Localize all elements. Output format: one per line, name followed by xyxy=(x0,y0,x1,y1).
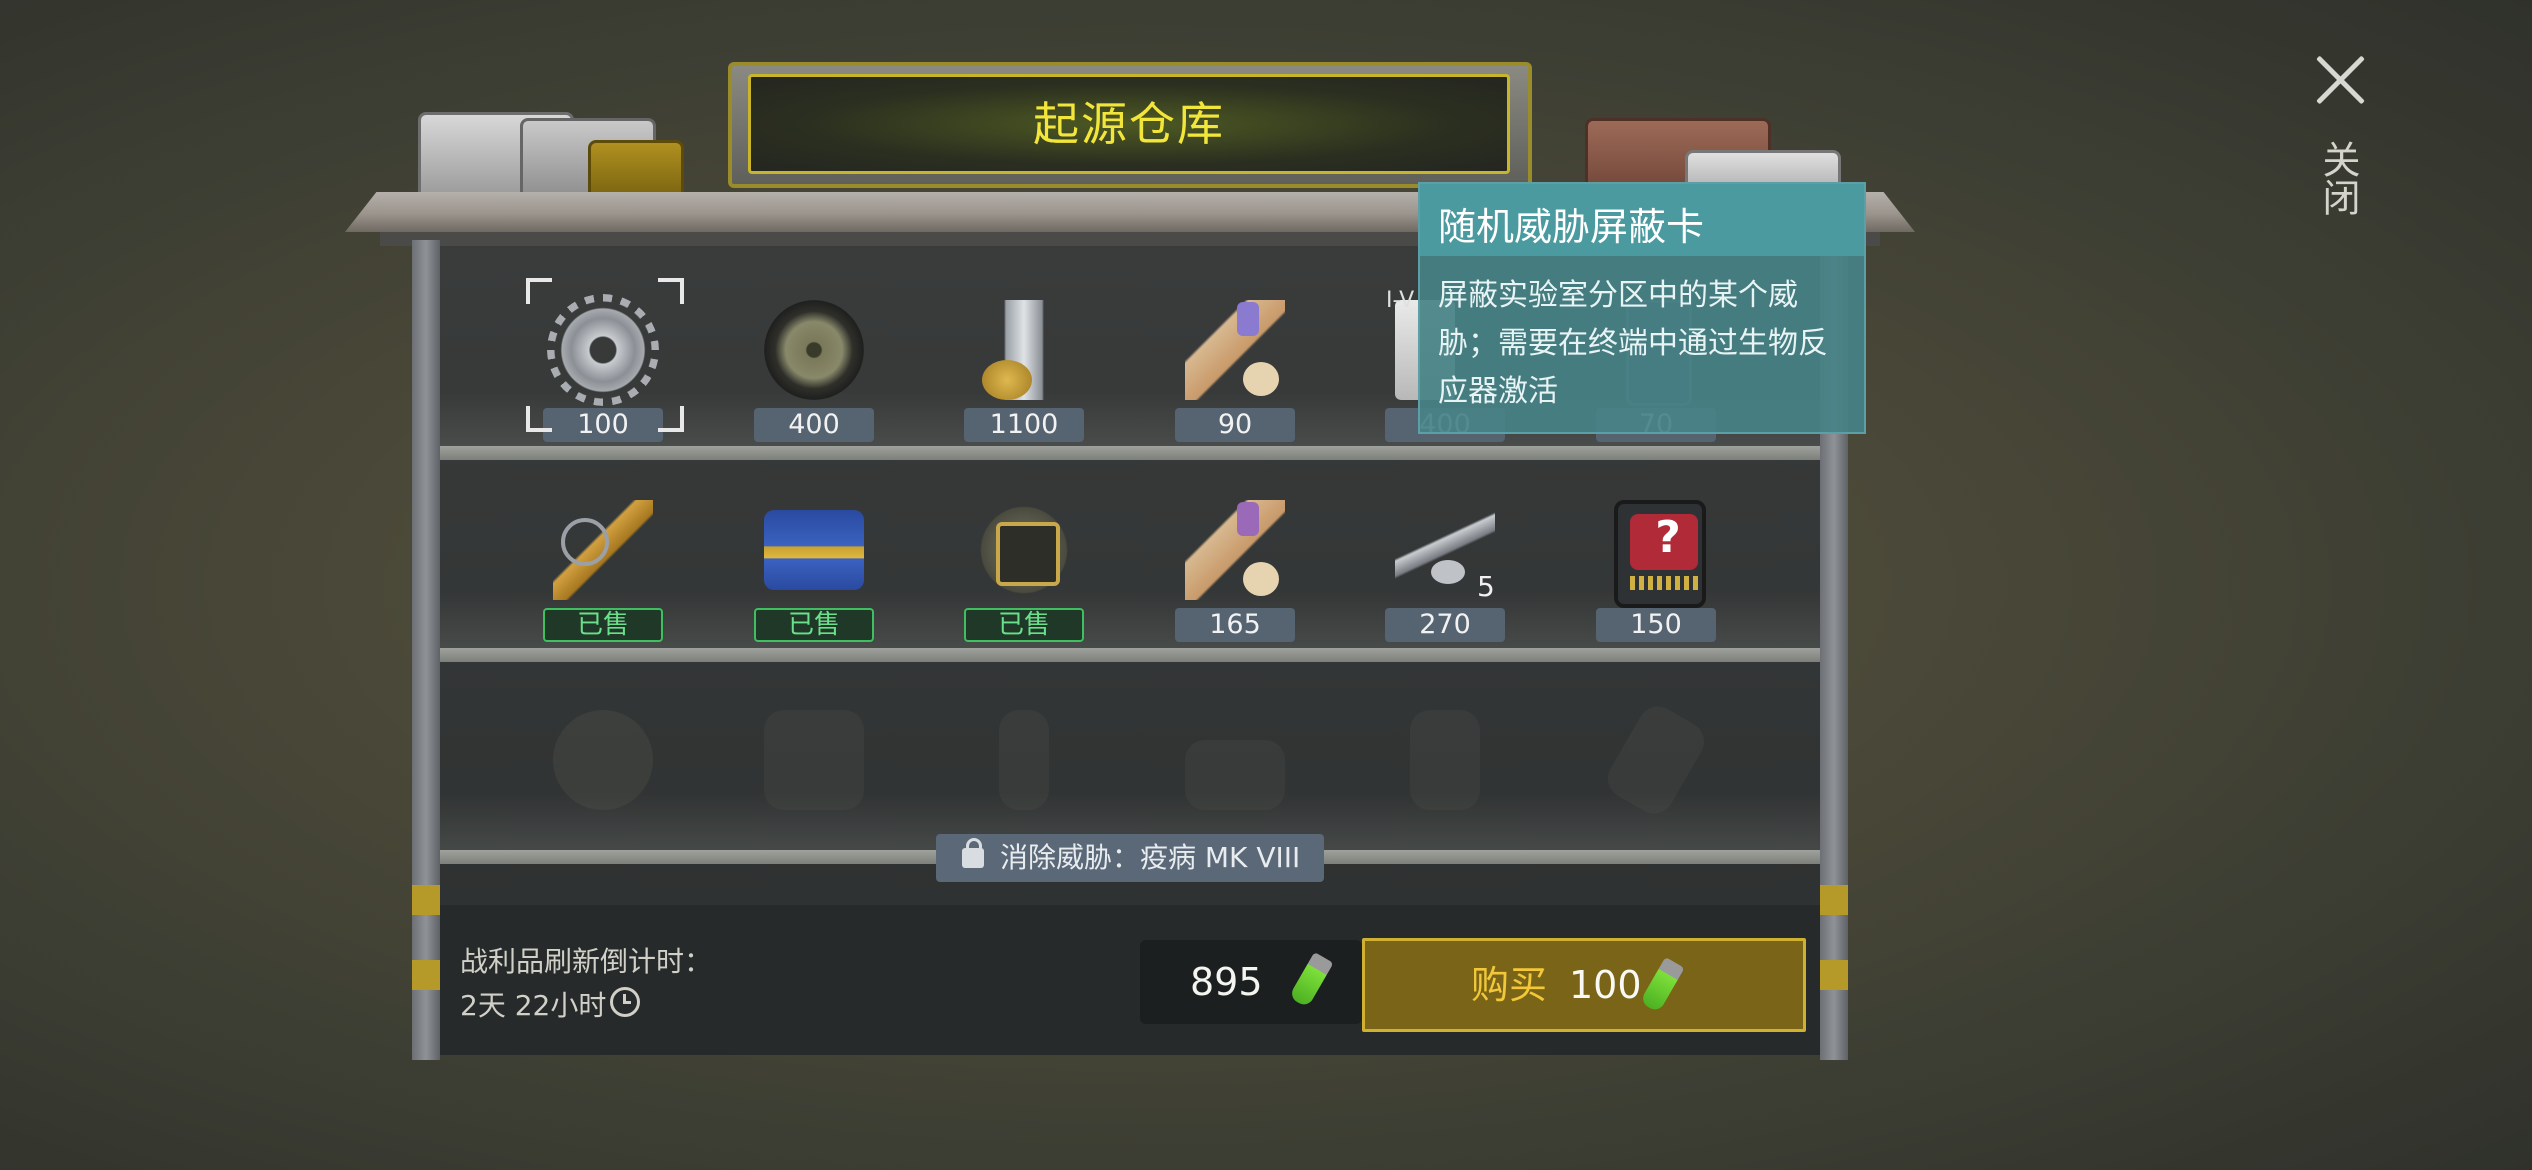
item-quantity: 5 xyxy=(1477,570,1495,603)
serum-vial-icon xyxy=(1288,951,1334,1009)
item-price: 1100 xyxy=(964,408,1084,442)
close-icon[interactable] xyxy=(2310,50,2370,110)
item-slot-wheel[interactable]: 400 xyxy=(734,290,894,442)
locked-slot xyxy=(734,700,894,850)
refresh-countdown-label: 战利品刷新倒计时： xyxy=(460,945,713,978)
helmet-icon xyxy=(553,710,653,810)
item-price: 150 xyxy=(1596,608,1716,642)
locked-slot xyxy=(1155,700,1315,850)
shelf-board xyxy=(440,446,1820,460)
lock-requirement: 消除威胁：疫病 MK VIII xyxy=(936,834,1324,882)
refresh-countdown-time: 2天 22小时 xyxy=(460,989,607,1022)
vest-icon xyxy=(764,710,864,810)
tag-icon xyxy=(1600,699,1712,821)
sold-badge: 已售 xyxy=(543,608,663,642)
selection-corner xyxy=(658,278,684,304)
sold-badge: 已售 xyxy=(754,608,874,642)
battery-icon xyxy=(764,510,864,590)
wheel-icon xyxy=(764,300,864,400)
scroll-icon xyxy=(1185,500,1285,600)
lock-icon xyxy=(962,838,984,868)
selection-corner xyxy=(526,406,552,432)
close-label[interactable]: 关闭 xyxy=(2316,140,2362,216)
item-slot-circuit-board[interactable]: 已售 xyxy=(944,490,1104,642)
gloves-icon xyxy=(1410,710,1480,810)
selection-corner xyxy=(526,278,552,304)
ammo-box-decoration xyxy=(588,140,684,200)
locked-slot xyxy=(1576,699,1736,850)
buy-label: 购买 xyxy=(1471,963,1548,1007)
shelf-board xyxy=(440,648,1820,662)
item-tooltip: 随机威胁屏蔽卡 屏蔽实验室分区中的某个威胁；需要在终端中通过生物反应器激活 xyxy=(1418,182,1866,434)
piston-icon xyxy=(553,500,653,600)
item-slot-pipe[interactable]: 5 270 xyxy=(1365,490,1525,642)
clock-icon xyxy=(610,987,640,1017)
locked-slot xyxy=(1365,700,1525,850)
buy-button[interactable]: 购买 100 xyxy=(1362,938,1806,1032)
sold-badge: 已售 xyxy=(964,608,1084,642)
locked-slot xyxy=(944,700,1104,850)
selection-corner xyxy=(658,406,684,432)
item-slot-scroll[interactable]: 90 xyxy=(1155,290,1315,442)
item-slot-shaft[interactable]: 1100 xyxy=(944,290,1104,442)
buy-price: 100 xyxy=(1569,963,1642,1007)
item-slot-piston[interactable]: 已售 xyxy=(523,490,683,642)
currency-balance: 895 xyxy=(1140,940,1362,1024)
circuit-board-icon xyxy=(974,500,1074,600)
item-price: 400 xyxy=(754,408,874,442)
item-price: 165 xyxy=(1175,608,1295,642)
item-price: 100 xyxy=(543,408,663,442)
mystery-card-icon: ? xyxy=(1614,500,1706,608)
item-slot-scroll[interactable]: 165 xyxy=(1155,490,1315,642)
scroll-icon xyxy=(1185,300,1285,400)
serum-vial-icon xyxy=(1639,956,1685,1014)
item-slot-battery[interactable]: 已售 xyxy=(734,490,894,642)
tooltip-description: 屏蔽实验室分区中的某个威胁；需要在终端中通过生物反应器激活 xyxy=(1438,278,1828,409)
balance-value: 895 xyxy=(1190,960,1263,1004)
pants-icon xyxy=(999,710,1049,810)
question-mark: ? xyxy=(1655,512,1681,563)
shaft-icon xyxy=(974,300,1074,400)
locked-slot xyxy=(523,700,683,850)
item-slot-mystery-card[interactable]: ? 150 xyxy=(1576,490,1736,642)
page-title: 起源仓库 xyxy=(1033,97,1225,151)
tooltip-title: 随机威胁屏蔽卡 xyxy=(1438,205,1705,249)
boots-icon xyxy=(1185,740,1285,810)
item-price: 90 xyxy=(1175,408,1295,442)
shelf-post-left xyxy=(412,240,440,1060)
gear-icon xyxy=(553,300,653,400)
item-price: 270 xyxy=(1385,608,1505,642)
tier-label: I-V xyxy=(1386,288,1415,313)
lock-requirement-text: 消除威胁：疫病 MK VIII xyxy=(1000,841,1301,874)
